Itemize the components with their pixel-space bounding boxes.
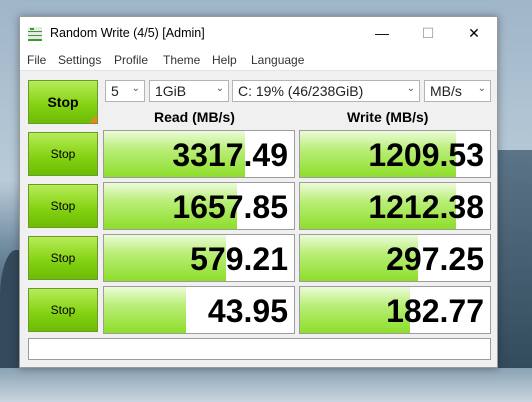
menu-help[interactable]: Help: [212, 53, 237, 67]
stop-all-label: Stop: [47, 94, 79, 110]
status-flag-icon: [89, 115, 97, 123]
test-count-value: 5: [111, 83, 119, 99]
row-1-stop-button[interactable]: Stop: [28, 132, 98, 176]
chevron-down-icon: ⌄: [215, 83, 224, 94]
row-2-write-cell: 1212.38: [299, 182, 491, 230]
read-value: 3317.49: [172, 137, 288, 173]
stop-all-button[interactable]: Stop: [28, 80, 98, 124]
write-value: 1212.38: [368, 189, 484, 225]
drive-value: C: 19% (46/238GiB): [238, 83, 364, 99]
close-button[interactable]: ✕: [451, 17, 497, 50]
row-3-stop-button[interactable]: Stop: [28, 236, 98, 280]
app-window: Random Write (4/5) [Admin] — ☐ ✕ File Se…: [19, 16, 498, 368]
disk-app-icon: [28, 27, 42, 41]
desktop-background-hill: [492, 150, 532, 380]
menu-bar: File Settings Profile Theme Help Languag…: [20, 50, 497, 71]
comment-field[interactable]: [28, 338, 491, 360]
chevron-down-icon: ⌄: [131, 83, 140, 94]
menu-language[interactable]: Language: [251, 53, 304, 67]
row-4-write-cell: 182.77: [299, 286, 491, 334]
row-4-read-cell: 43.95: [103, 286, 295, 334]
stop-label: Stop: [50, 199, 76, 213]
desktop-background-ground: [0, 368, 532, 402]
stop-label: Stop: [50, 251, 76, 265]
read-value: 43.95: [207, 293, 288, 329]
read-value: 1657.85: [172, 189, 288, 225]
test-size-select[interactable]: 1GiB ⌄: [149, 80, 229, 102]
row-4-stop-button[interactable]: Stop: [28, 288, 98, 332]
read-value: 579.21: [190, 241, 288, 277]
write-column-header: Write (MB/s): [347, 109, 429, 125]
chevron-down-icon: ⌄: [477, 83, 486, 94]
row-1-read-cell: 3317.49: [103, 130, 295, 178]
write-value: 182.77: [386, 293, 484, 329]
read-progress-bar: [104, 287, 186, 333]
read-column-header: Read (MB/s): [154, 109, 235, 125]
menu-profile[interactable]: Profile: [114, 53, 148, 67]
chevron-down-icon: ⌄: [406, 83, 415, 94]
stop-label: Stop: [50, 303, 76, 317]
write-value: 1209.53: [368, 137, 484, 173]
title-bar[interactable]: Random Write (4/5) [Admin] — ☐ ✕: [20, 17, 497, 50]
menu-file[interactable]: File: [27, 53, 46, 67]
minimize-button[interactable]: —: [359, 17, 405, 50]
menu-settings[interactable]: Settings: [58, 53, 101, 67]
drive-select[interactable]: C: 19% (46/238GiB) ⌄: [232, 80, 420, 102]
menu-theme[interactable]: Theme: [163, 53, 200, 67]
unit-select[interactable]: MB/s ⌄: [424, 80, 491, 102]
row-2-read-cell: 1657.85: [103, 182, 295, 230]
unit-value: MB/s: [430, 83, 462, 99]
maximize-button[interactable]: ☐: [405, 17, 451, 50]
write-value: 297.25: [386, 241, 484, 277]
row-3-read-cell: 579.21: [103, 234, 295, 282]
row-3-write-cell: 297.25: [299, 234, 491, 282]
stop-label: Stop: [50, 147, 76, 161]
test-count-select[interactable]: 5 ⌄: [105, 80, 145, 102]
row-1-write-cell: 1209.53: [299, 130, 491, 178]
row-2-stop-button[interactable]: Stop: [28, 184, 98, 228]
window-title: Random Write (4/5) [Admin]: [50, 26, 205, 40]
test-size-value: 1GiB: [155, 83, 187, 99]
